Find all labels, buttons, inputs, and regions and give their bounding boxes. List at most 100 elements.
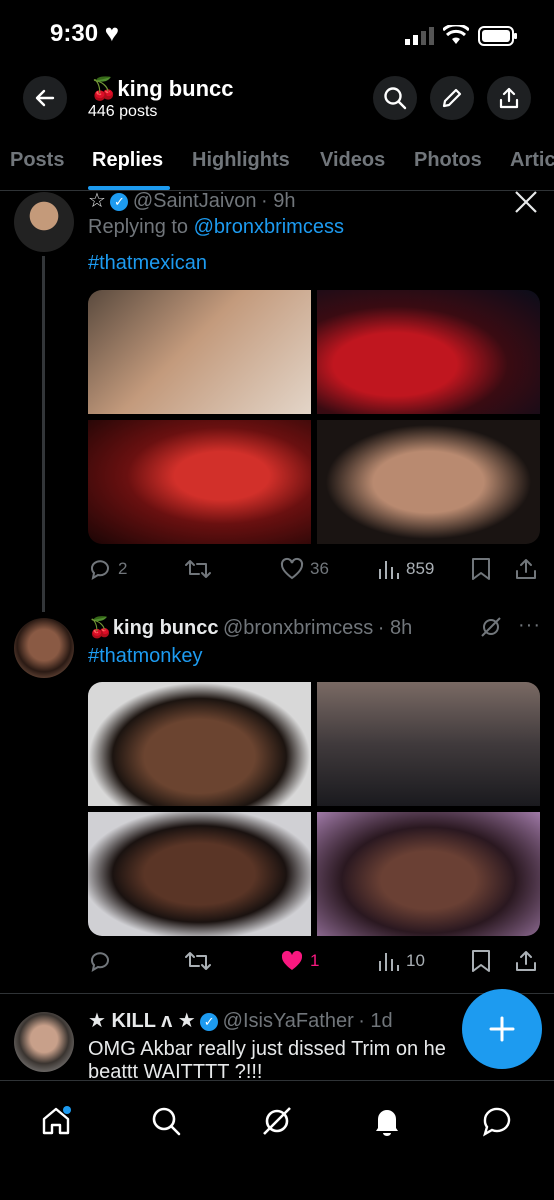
views-button[interactable]: 10 (376, 949, 425, 973)
media-grid (88, 290, 540, 544)
x-logo-icon (514, 190, 538, 219)
views-button[interactable]: 859 (376, 557, 434, 581)
tab-photos[interactable]: Photos (414, 149, 482, 172)
tab-videos[interactable]: Videos (320, 149, 385, 172)
post-time: · 1d (358, 1010, 393, 1032)
media-image[interactable] (317, 812, 540, 936)
bottom-nav (0, 1080, 554, 1200)
verified-badge-icon: ✓ (200, 1013, 219, 1031)
post-divider (0, 993, 554, 994)
profile-tabs: Posts Replies Highlights Videos Photos A… (0, 140, 554, 191)
tab-replies[interactable]: Replies (92, 149, 163, 172)
like-count: 1 (310, 951, 320, 970)
nav-search[interactable] (146, 1101, 186, 1141)
avatar[interactable] (14, 618, 74, 678)
bar-chart-icon (379, 561, 399, 579)
chat-bubble-icon (483, 1107, 511, 1137)
share-icon (516, 559, 536, 579)
compose-fab-button[interactable] (462, 989, 542, 1069)
author-name[interactable]: ★ KILL ʌ ★ (88, 1010, 196, 1032)
media-image[interactable] (317, 290, 540, 414)
heart-outline-icon (280, 557, 304, 580)
search-button[interactable] (373, 76, 417, 120)
media-image[interactable] (88, 290, 311, 414)
heart-icon: ♥ (104, 20, 119, 47)
more-options-icon[interactable]: ··· (518, 614, 541, 637)
status-time: 9:30 ♥ (50, 20, 119, 48)
like-count: 36 (310, 559, 329, 578)
share-post-button[interactable] (514, 557, 538, 581)
view-count: 859 (406, 559, 435, 578)
author-handle[interactable]: @bronxbrimcess (223, 617, 373, 639)
author-handle[interactable]: @IsisYaFather (223, 1010, 354, 1032)
grok-icon (263, 1107, 291, 1135)
reply-icon (91, 560, 109, 581)
tab-posts[interactable]: Posts (10, 149, 64, 172)
bookmark-icon (472, 558, 490, 580)
author-name[interactable]: 🍒king buncc (88, 617, 218, 639)
replying-prefix: Replying to (88, 216, 194, 238)
bookmark-button[interactable] (470, 557, 492, 581)
signal-icon (405, 27, 435, 50)
cherry-emoji: 🍒 (90, 76, 118, 101)
share-post-button[interactable] (514, 949, 538, 973)
avatar[interactable] (14, 1012, 74, 1072)
reply-count: 2 (118, 559, 128, 578)
media-grid (88, 682, 540, 936)
media-image[interactable] (88, 420, 311, 544)
grok-icon (481, 617, 501, 637)
author-name-text: king buncc (112, 617, 219, 639)
profile-name-text: king buncc (117, 76, 234, 101)
reply-icon (91, 952, 109, 973)
post-time: · 8h (377, 617, 413, 639)
reply-button[interactable]: 2 (88, 557, 127, 581)
repost-icon (185, 560, 211, 578)
media-image[interactable] (88, 682, 311, 806)
repost-icon (185, 952, 211, 970)
author-handle[interactable]: @SaintJaivon (133, 190, 257, 212)
wifi-icon (441, 23, 471, 50)
battery-icon (478, 26, 518, 51)
bell-icon (376, 1110, 398, 1136)
heart-filled-icon (281, 950, 303, 970)
repost-button[interactable] (184, 557, 218, 581)
grok-button[interactable] (480, 616, 502, 643)
bookmark-button[interactable] (470, 949, 492, 973)
bar-chart-icon (379, 953, 399, 971)
arrow-left-icon (35, 89, 55, 107)
nav-grok[interactable] (257, 1101, 297, 1141)
cherry-emoji: 🍒 (88, 617, 113, 639)
like-button[interactable]: 36 (280, 557, 329, 581)
post-header: ☆ ✓ @SaintJaivon · 9h (88, 188, 295, 213)
search-icon (384, 87, 407, 110)
post-header: ★ KILL ʌ ★ ✓ @IsisYaFather · 1d (88, 1008, 393, 1033)
repost-button[interactable] (184, 949, 218, 973)
time-text: 9:30 (50, 20, 99, 47)
posts-count: 446 posts (88, 103, 158, 120)
media-image[interactable] (88, 812, 311, 936)
media-image[interactable] (317, 682, 540, 806)
reply-button[interactable] (88, 949, 118, 973)
edit-button[interactable] (430, 76, 474, 120)
home-icon (42, 1106, 71, 1135)
thread-line (42, 256, 45, 612)
nav-notifications[interactable] (367, 1101, 407, 1141)
media-image[interactable] (317, 420, 540, 544)
tab-highlights[interactable]: Highlights (192, 149, 290, 172)
profile-title: 🍒king buncc (90, 76, 234, 102)
nav-home[interactable] (36, 1101, 76, 1141)
tab-articles[interactable]: Artic (510, 149, 554, 172)
hashtag-link[interactable]: #thatmonkey (88, 645, 203, 668)
search-icon (152, 1107, 181, 1136)
replying-to-link[interactable]: @bronxbrimcess (194, 216, 344, 238)
pencil-icon (442, 88, 462, 108)
share-button[interactable] (487, 76, 531, 120)
back-button[interactable] (23, 76, 67, 120)
verified-badge-icon: ✓ (110, 193, 129, 211)
nav-messages[interactable] (477, 1101, 517, 1141)
share-icon (516, 951, 536, 971)
author-name[interactable]: ☆ (88, 190, 106, 212)
avatar[interactable] (14, 192, 74, 252)
hashtag-link[interactable]: #thatmexican (88, 252, 207, 275)
like-button[interactable]: 1 (280, 949, 319, 973)
